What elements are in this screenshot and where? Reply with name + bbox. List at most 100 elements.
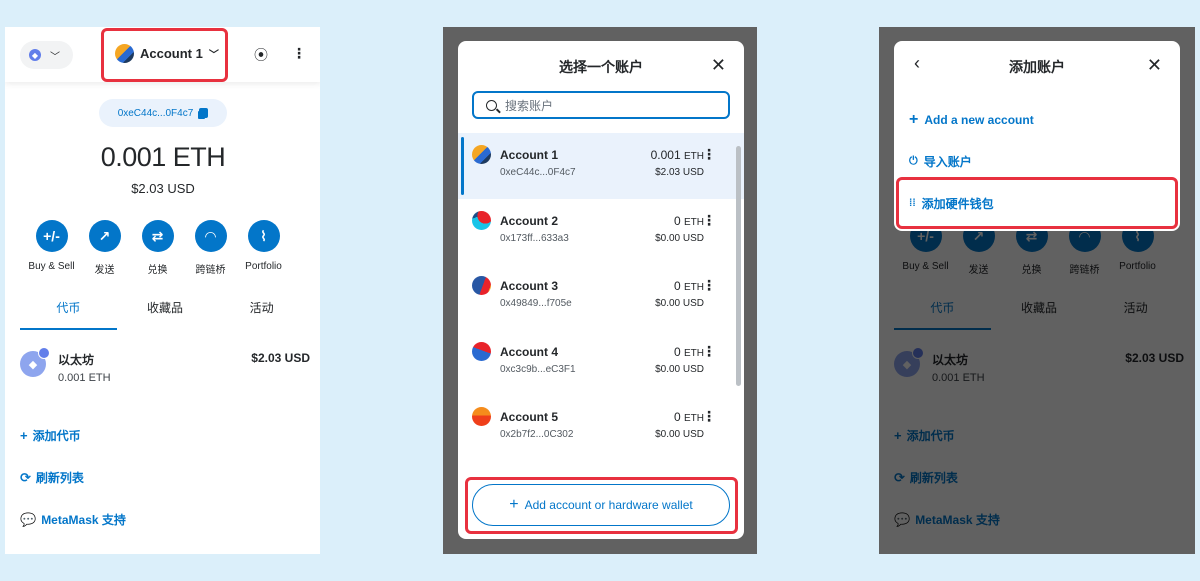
account-address: 0xc3c9b...eC3F1 [500, 363, 576, 375]
eth-value: 0 [673, 344, 681, 359]
action-label: 发送 [968, 265, 989, 276]
token-row-eth: ◆ 以太坊 0.001 ETH $2.03 USD [894, 347, 1184, 387]
swap-icon: ⇄ [141, 220, 174, 252]
plus-icon: + [909, 111, 919, 128]
account-name: Account 3 [500, 279, 559, 293]
add-new-account-option[interactable]: + Add a new account [909, 111, 1034, 129]
token-usd: $2.03 USD [1125, 351, 1184, 365]
action-label: Buy & Sell [902, 261, 949, 272]
swap-button[interactable]: ⇄ 兑换 [131, 220, 184, 276]
chart-icon: ⌇ [247, 220, 280, 252]
account-item[interactable]: Account 1 0xeC44c...0F4c7 0.001 ETH $2.0… [458, 133, 744, 199]
network-selector[interactable]: ◆ ﹀ [20, 41, 73, 69]
account-usd: $0.00 USD [655, 363, 704, 375]
account-eth: 0 ETH [674, 279, 704, 293]
tab-collectibles: 收藏品 [1021, 301, 1058, 315]
link-label: MetaMask 支持 [915, 513, 1000, 527]
option-label: Add a new account [924, 113, 1034, 127]
send-button[interactable]: ↗ 发送 [78, 220, 131, 276]
add-token-link[interactable]: + 添加代币 [20, 427, 81, 444]
eth-value: 0.001 [650, 148, 681, 162]
action-label: 发送 [94, 265, 115, 276]
eth-value: 0 [673, 279, 681, 293]
select-account-panel: 选择一个账户 ✕ 搜索账户 Account 1 0xeC44c...0F4c7 … [443, 27, 757, 554]
account-item[interactable]: Account 5 0x2b7f2...0C302 0 ETH $0.00 US… [458, 395, 744, 461]
token-name: 以太坊 [58, 353, 95, 367]
bridge-button[interactable]: ◠ 跨链桥 [184, 220, 237, 276]
plus-icon: + [894, 428, 902, 443]
account-eth: 0 ETH [674, 345, 704, 359]
refresh-icon: ⟳ [20, 469, 31, 485]
token-usd: $2.03 USD [251, 351, 310, 365]
close-icon[interactable]: ✕ [1147, 55, 1162, 76]
tab-activity[interactable]: 活动 [213, 299, 310, 330]
balance-usd: $2.03 USD [131, 181, 195, 196]
refresh-list-link: ⟳ 刷新列表 [894, 469, 958, 486]
account-item[interactable]: Account 4 0xc3c9b...eC3F1 0 ETH $0.00 US… [458, 330, 744, 396]
action-label: Buy & Sell [28, 261, 75, 272]
account-eth: 0 ETH [674, 410, 704, 424]
search-placeholder: 搜索账户 [505, 98, 554, 113]
tabs: 代币 收藏品 活动 [894, 299, 1184, 330]
copy-icon [199, 108, 209, 118]
action-label: 跨链桥 [195, 265, 226, 276]
token-amount: 0.001 ETH [58, 372, 111, 384]
action-label: 兑换 [147, 265, 168, 276]
account-address: 0x173ff...633a3 [500, 232, 569, 244]
refresh-icon: ⟳ [894, 469, 905, 485]
scrollbar[interactable] [736, 146, 741, 386]
modal-title: 添加账户 [1009, 59, 1065, 75]
bridge-icon: ◠ [194, 220, 227, 252]
refresh-list-link[interactable]: ⟳ 刷新列表 [20, 469, 84, 486]
action-label: 兑换 [1021, 265, 1042, 276]
account-avatar [472, 407, 491, 426]
account-avatar [472, 341, 491, 361]
tab-tokens[interactable]: 代币 [20, 299, 117, 330]
search-icon [486, 99, 497, 111]
plus-icon: + [20, 428, 28, 443]
tab-tokens: 代币 [894, 299, 991, 330]
kebab-menu-icon[interactable]: ⋮ [702, 408, 716, 425]
kebab-menu-icon[interactable]: ⋮ [702, 212, 716, 229]
highlight-box [465, 477, 738, 534]
balance: 0.001 ETH [100, 142, 226, 172]
highlight-box [896, 177, 1178, 229]
arrow-up-right-icon: ↗ [88, 220, 121, 252]
eth-value: 0 [673, 213, 681, 228]
wallet-home-panel: ◆ ﹀ Account 1 ﹀ ⦿ ⋮ 0xeC44c...0F4c7 0.00… [5, 27, 320, 554]
account-item[interactable]: Account 2 0x173ff...633a3 0 ETH $0.00 US… [458, 199, 744, 265]
buy-sell-button[interactable]: +/- Buy & Sell [25, 220, 78, 276]
link-label: MetaMask 支持 [41, 513, 126, 527]
buy-sell-icon: +/- [35, 220, 68, 252]
network-badge-icon [912, 347, 924, 359]
portfolio-button[interactable]: ⌇ Portfolio [237, 220, 290, 276]
account-avatar [472, 276, 491, 295]
ethereum-icon: ◆ [894, 351, 920, 377]
account-eth: 0.001 ETH [651, 148, 704, 162]
action-label: Portfolio [1119, 261, 1156, 272]
kebab-menu-icon[interactable]: ⋮ [702, 343, 716, 360]
eth-unit: ETH [684, 216, 704, 228]
account-name: Account 2 [500, 213, 559, 228]
kebab-menu-icon[interactable]: ⋮ [702, 146, 716, 163]
address-copy-button[interactable]: 0xeC44c...0F4c7 [99, 99, 227, 127]
token-row-eth[interactable]: ◆ 以太坊 0.001 ETH $2.03 USD [20, 347, 310, 387]
network-badge-icon [38, 347, 50, 359]
account-item[interactable]: Account 3 0x49849...f705e 0 ETH $0.00 US… [458, 264, 744, 330]
support-link[interactable]: 💬 MetaMask 支持 [20, 511, 126, 528]
link-label: 添加代币 [32, 429, 81, 443]
kebab-menu-icon[interactable]: ⋮ [292, 45, 306, 62]
kebab-menu-icon[interactable]: ⋮ [702, 277, 716, 294]
import-account-option[interactable]: ⏻ 导入账户 [909, 153, 972, 170]
eth-unit: ETH [684, 413, 704, 424]
connected-sites-icon[interactable]: ⦿ [254, 45, 268, 65]
search-input[interactable]: 搜索账户 [472, 91, 730, 119]
top-bar: ◆ ﹀ Account 1 ﹀ ⦿ ⋮ [5, 27, 320, 82]
option-label: 导入账户 [923, 155, 972, 169]
account-address: 0xeC44c...0F4c7 [500, 167, 576, 178]
tabs: 代币 收藏品 活动 [20, 299, 310, 330]
close-icon[interactable]: ✕ [711, 55, 726, 76]
tab-collectibles[interactable]: 收藏品 [117, 299, 214, 330]
eth-value: 0 [673, 410, 681, 424]
ethereum-icon: ◆ [29, 49, 41, 61]
